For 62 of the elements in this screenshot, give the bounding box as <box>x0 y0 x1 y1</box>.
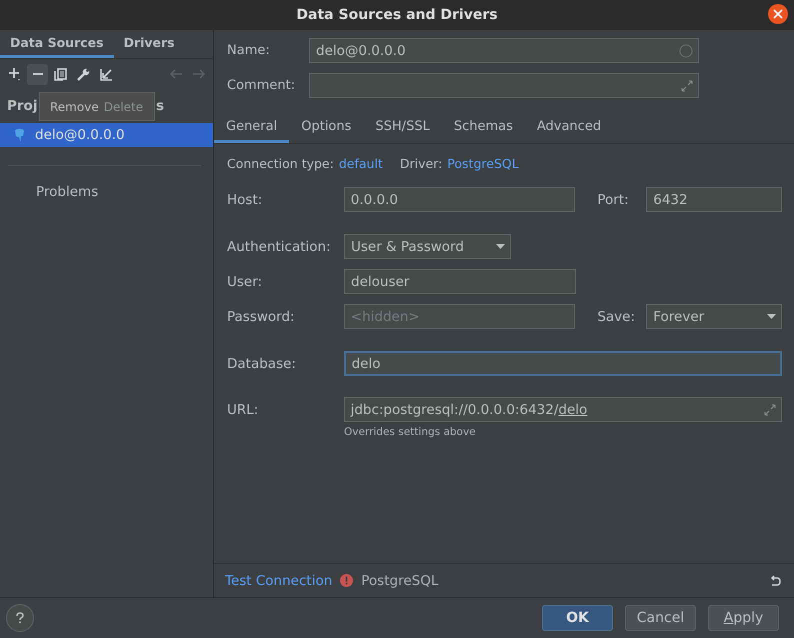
host-field[interactable]: 0.0.0.0 <box>344 187 576 212</box>
comment-field[interactable] <box>309 73 699 98</box>
help-button[interactable] <box>6 604 34 632</box>
arrow-left-icon <box>168 68 182 80</box>
database-link[interactable]: delo <box>558 402 588 418</box>
dialog-button[interactable]: Cancel <box>625 605 696 631</box>
question-mark-icon <box>15 612 25 624</box>
field-label: Driver: <box>400 156 442 171</box>
color-circle-icon <box>679 44 693 58</box>
hint-text: Overrides settings above <box>344 426 477 438</box>
section-header: Proj <box>7 98 38 114</box>
tab[interactable]: Options <box>289 113 364 143</box>
user-field[interactable]: delouser <box>344 269 576 294</box>
undo-icon <box>769 574 782 586</box>
sidebar-tab[interactable]: Drivers <box>114 30 185 58</box>
field-label: Port: <box>597 192 630 208</box>
authentication-dropdown[interactable]: User & Password <box>344 234 511 259</box>
tab[interactable]: SSH/SSL <box>363 113 442 143</box>
driver-link[interactable]: PostgreSQL <box>447 156 519 171</box>
save-dropdown[interactable]: Forever <box>646 304 782 329</box>
tooltip-text: Remove <box>50 100 99 114</box>
tab[interactable]: Schemas <box>442 113 525 143</box>
expand-icon <box>681 80 693 92</box>
field-label: Database: <box>227 356 297 372</box>
close-button[interactable] <box>768 4 788 24</box>
database-field[interactable]: delo <box>344 351 782 376</box>
data-source-item[interactable]: delo@0.0.0.0 <box>0 123 213 147</box>
dialog-button[interactable]: OK <box>542 605 613 631</box>
field-label: Save: <box>597 308 636 324</box>
port-field[interactable]: 6432 <box>646 187 782 212</box>
tab[interactable]: Advanced <box>524 113 614 143</box>
shortcut-text: Delete <box>104 100 144 114</box>
expand-icon <box>764 404 776 416</box>
tab[interactable]: General <box>214 113 290 143</box>
dropdown-arrow-icon <box>496 244 505 249</box>
section-header: s <box>156 98 164 114</box>
field-label: Password: <box>227 308 296 324</box>
url-field[interactable]: jdbc:postgresql://0.0.0.0:6432/delo <box>344 397 782 422</box>
arrow-down-left-icon <box>100 68 113 80</box>
test-connection-link[interactable]: Test Connection <box>225 572 332 588</box>
close-icon <box>773 9 783 19</box>
field-label: Authentication: <box>227 238 332 254</box>
remove-button[interactable] <box>27 64 48 84</box>
plus-icon <box>8 67 22 81</box>
field-label: User: <box>227 274 264 290</box>
wrench-icon <box>77 68 90 80</box>
field-label: Name: <box>227 43 271 58</box>
field-label: URL: <box>227 402 260 418</box>
connection-type-link[interactable]: default <box>338 156 383 171</box>
driver-status-text: PostgreSQL <box>361 572 438 588</box>
problems-item[interactable]: Problems <box>36 184 98 200</box>
field-label: Host: <box>227 192 264 208</box>
error-icon <box>340 574 354 587</box>
dropdown-arrow-icon <box>767 314 776 319</box>
name-field[interactable]: delo@0.0.0.0 <box>309 38 699 63</box>
field-label: Comment: <box>227 78 296 93</box>
arrow-right-icon <box>192 68 206 80</box>
copy-icon <box>54 68 67 80</box>
dialog-button[interactable]: Apply <box>708 605 779 631</box>
sidebar-tab[interactable]: Data Sources <box>0 30 114 58</box>
window-title: Data Sources and Drivers <box>296 7 498 23</box>
field-label: Connection type: <box>227 156 334 171</box>
